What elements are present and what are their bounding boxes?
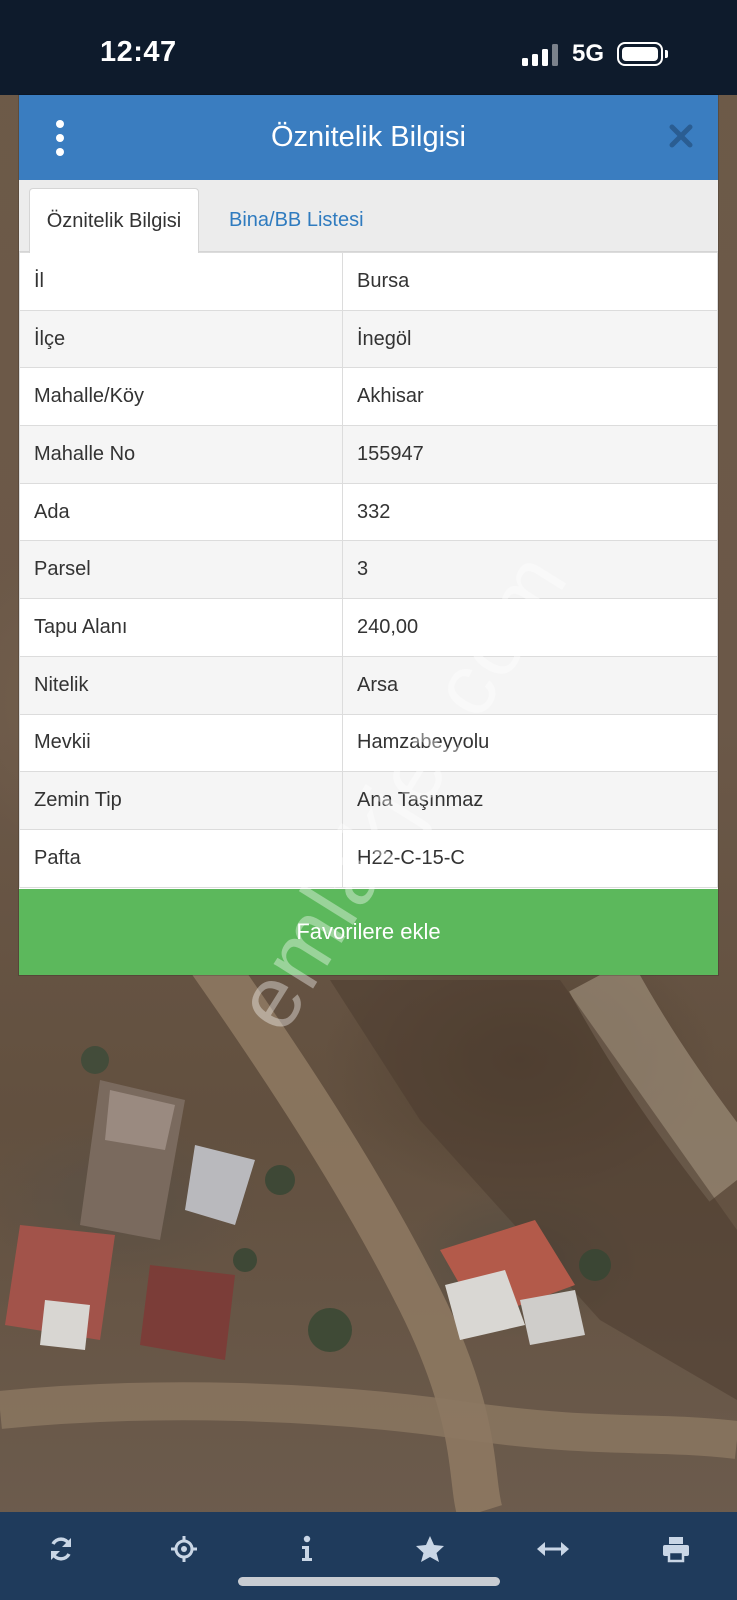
attribute-value: 3 [342, 540, 718, 600]
table-row: Nitelik Arsa [19, 655, 718, 715]
dialog-header: Öznitelik Bilgisi [19, 95, 718, 180]
attribute-value: Akhisar [342, 367, 718, 427]
attribute-key: Nitelik [19, 655, 343, 715]
table-row: Mahalle No 155947 [19, 425, 718, 484]
attribute-key: Mevkii [19, 713, 343, 773]
attribute-value: H22-C-15-C [342, 828, 718, 888]
attribute-value: 155947 [342, 425, 718, 484]
attribute-key: İlçe [19, 309, 343, 369]
home-indicator[interactable] [238, 1577, 500, 1586]
table-row: İlçe İnegöl [19, 309, 718, 369]
status-time: 12:47 [100, 36, 177, 68]
network-type: 5G [572, 40, 605, 67]
attribute-key: Mahalle No [19, 425, 343, 484]
print-icon[interactable] [656, 1529, 696, 1569]
signal-icon [522, 44, 558, 66]
attribute-key: Mahalle/Köy [19, 367, 343, 427]
table-row: İl Bursa [19, 252, 718, 311]
attribute-value: Arsa [342, 655, 718, 715]
table-row: Ada 332 [19, 482, 718, 542]
add-to-favorites-button[interactable]: Favorilere ekle [19, 889, 718, 975]
table-row: Pafta H22-C-15-C [19, 828, 718, 888]
close-icon[interactable] [668, 123, 694, 149]
bottom-toolbar [0, 1512, 737, 1600]
attribute-value: Bursa [342, 252, 718, 311]
attribute-key: Ada [19, 482, 343, 542]
table-row: Zemin Tip Ana Taşınmaz [19, 771, 718, 830]
refresh-icon[interactable] [41, 1529, 81, 1569]
attribute-key: Parsel [19, 540, 343, 600]
measure-icon[interactable] [533, 1529, 573, 1569]
attribute-key: İl [19, 252, 343, 311]
tab-bar: Öznitelik Bilgisi Bina/BB Listesi [19, 180, 718, 253]
attribute-value: İnegöl [342, 309, 718, 369]
attribute-value: Hamzabeyyolu [342, 713, 718, 773]
attribute-dialog: Öznitelik Bilgisi Öznitelik Bilgisi Bina… [19, 95, 718, 975]
locate-icon[interactable] [164, 1529, 204, 1569]
attribute-key: Zemin Tip [19, 771, 343, 830]
attribute-value: 332 [342, 482, 718, 542]
status-bar: 12:47 5G [0, 0, 737, 95]
table-row: Mevkii Hamzabeyyolu [19, 713, 718, 773]
table-row: Tapu Alanı 240,00 [19, 598, 718, 657]
tab-building-list[interactable]: Bina/BB Listesi [213, 188, 380, 253]
attribute-value: Ana Taşınmaz [342, 771, 718, 830]
more-menu-icon[interactable] [49, 120, 71, 156]
info-icon[interactable] [287, 1529, 327, 1569]
table-row: Mahalle/Köy Akhisar [19, 367, 718, 427]
dialog-title: Öznitelik Bilgisi [271, 121, 466, 153]
battery-icon [617, 42, 668, 66]
attribute-value: 240,00 [342, 598, 718, 657]
attribute-key: Pafta [19, 828, 343, 888]
tab-attribute-info[interactable]: Öznitelik Bilgisi [29, 188, 199, 253]
star-icon[interactable] [410, 1529, 450, 1569]
attribute-table: İl Bursa İlçe İnegöl Mahalle/Köy Akhisar Mahal… [19, 252, 718, 888]
table-row: Parsel 3 [19, 540, 718, 600]
attribute-key: Tapu Alanı [19, 598, 343, 657]
